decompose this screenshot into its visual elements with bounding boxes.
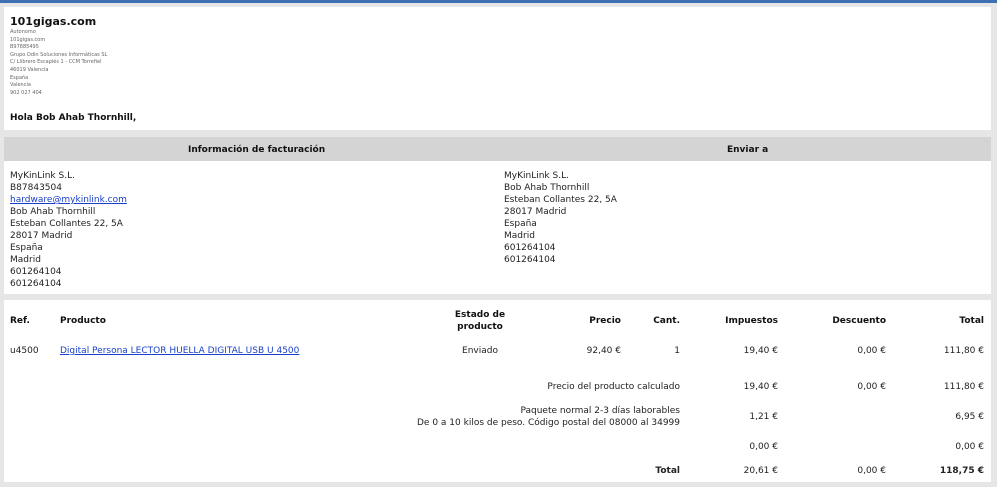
grand-total-amount: 118,75 €: [939, 466, 984, 476]
billing-email-link[interactable]: hardware@mykinlink.com: [10, 195, 127, 205]
shop-detail-line: 902 027 404: [10, 89, 42, 96]
billing-line: 601264104: [10, 279, 62, 289]
shipping-line: 601264104: [504, 255, 556, 265]
shipping-line: MyKinLink S.L.: [504, 171, 569, 181]
shipping-title: Enviar a: [727, 145, 769, 155]
item-discount: 0,00 €: [857, 346, 886, 356]
grand-total-label: Total: [655, 466, 680, 476]
shipping-line: Esteban Collantes 22, 5A: [504, 195, 617, 205]
header-price: Precio: [589, 316, 621, 326]
header-state-line2: producto: [457, 322, 503, 332]
shipping-method-line2: De 0 a 10 kilos de peso. Código postal d…: [417, 418, 680, 428]
extra-total: 0,00 €: [955, 442, 984, 452]
item-ref: u4500: [10, 346, 39, 356]
header-total: Total: [959, 316, 984, 326]
item-tax: 19,40 €: [743, 346, 778, 356]
header-tax: Impuestos: [725, 316, 778, 326]
shipping-method: Paquete normal 2-3 días laborables De 0 …: [384, 405, 680, 429]
item-qty: 1: [674, 346, 680, 356]
shop-detail-line: Autonomo: [10, 29, 36, 35]
item-price: 92,40 €: [586, 346, 621, 356]
billing-line: Bob Ahab Thornhill: [10, 207, 96, 217]
calculated-discount: 0,00 €: [857, 382, 886, 392]
billing-address: MyKinLink S.L. B87843504 hardware@mykinli…: [10, 170, 127, 290]
shipping-line: España: [504, 219, 537, 229]
shop-detail-line: B97885495: [10, 44, 39, 51]
header-product: Producto: [60, 316, 106, 326]
shipping-line: Madrid: [504, 231, 535, 241]
header-discount: Descuento: [832, 316, 886, 326]
billing-line: 28017 Madrid: [10, 231, 73, 241]
calculated-label: Precio del producto calculado: [547, 382, 680, 392]
shop-detail-line: C/ Llibrero Escaplés 1 - CCM Torrefiel: [10, 59, 102, 66]
header-product-state: Estado de producto: [444, 309, 516, 333]
addresses-panel: Información de facturación Enviar a MyKi…: [4, 137, 991, 294]
grand-total-discount: 0,00 €: [857, 466, 886, 476]
shop-detail-line: Valencia: [10, 82, 31, 89]
top-accent-bar: [0, 0, 997, 3]
greeting: Hola Bob Ahab Thornhill,: [10, 113, 137, 123]
item-product-link[interactable]: Digital Persona LECTOR HUELLA DIGITAL US…: [60, 346, 299, 356]
billing-lines-before: MyKinLink S.L. B87843504: [10, 170, 127, 194]
shipping-method-line1: Paquete normal 2-3 días laborables: [520, 406, 680, 416]
shop-name: 101gigas.com: [10, 15, 97, 28]
calculated-total: 111,80 €: [943, 382, 984, 392]
billing-email-row: hardware@mykinlink.com: [10, 194, 127, 206]
billing-line: Esteban Collantes 22, 5A: [10, 219, 123, 229]
order-panel: Ref. Producto Estado de producto Precio …: [4, 300, 991, 482]
shipping-line: 601264104: [504, 243, 556, 253]
shipping-line: 28017 Madrid: [504, 207, 567, 217]
shipping-line: Bob Ahab Thornhill: [504, 183, 590, 193]
billing-line: 601264104: [10, 267, 62, 277]
item-total: 111,80 €: [943, 346, 984, 356]
shipping-address: MyKinLink S.L. Bob Ahab Thornhill Esteban …: [504, 170, 617, 266]
calculated-tax: 19,40 €: [743, 382, 778, 392]
grand-total-tax: 20,61 €: [743, 466, 778, 476]
shop-detail-line: España: [10, 74, 29, 81]
shop-detail-line: 46019 Valencia: [10, 66, 49, 73]
shipping-tax: 1,21 €: [749, 412, 778, 422]
billing-line: MyKinLink S.L.: [10, 171, 75, 181]
shop-detail-line: 101gigas.com: [10, 36, 46, 43]
addresses-header-band: [4, 137, 991, 161]
shop-details: Autonomo 101gigas.com B97885495 Grupo Odin …: [10, 29, 107, 97]
billing-line: B87843504: [10, 183, 62, 193]
shop-header-panel: 101gigas.com Autonomo 101gigas.com B978854…: [4, 7, 991, 130]
billing-title: Información de facturación: [188, 145, 326, 155]
billing-line: España: [10, 243, 43, 253]
billing-lines-after: Bob Ahab Thornhill Esteban Collantes 22, …: [10, 206, 127, 290]
shipping-total: 6,95 €: [955, 412, 984, 422]
header-state-line1: Estado de: [454, 310, 506, 320]
header-qty: Cant.: [653, 316, 680, 326]
header-ref: Ref.: [10, 316, 30, 326]
billing-line: Madrid: [10, 255, 41, 265]
extra-tax: 0,00 €: [749, 442, 778, 452]
item-state: Enviado: [462, 346, 498, 356]
